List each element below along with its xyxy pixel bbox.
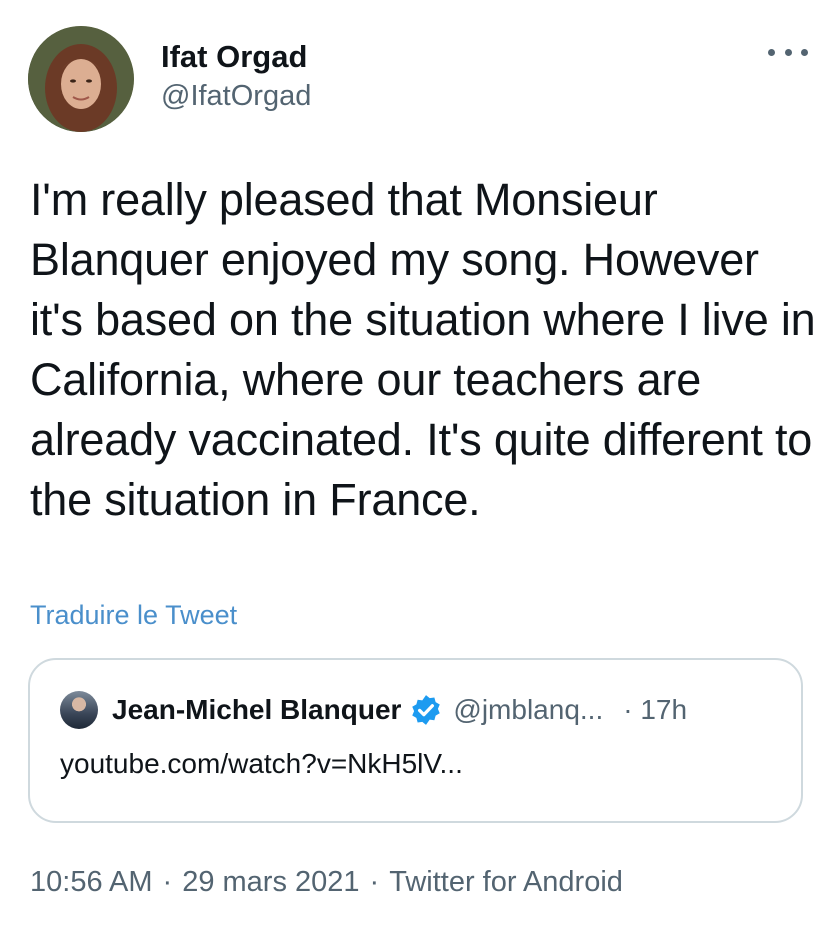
meta-separator: ·	[369, 866, 380, 898]
quoted-author-name: Jean-Michel Blanquer	[112, 694, 402, 725]
quoted-tweet-time: · 17h	[623, 694, 688, 725]
tweet-header: Ifat Orgad @IfatOrgad	[28, 26, 818, 136]
more-dot	[801, 48, 808, 56]
quoted-tweet-link[interactable]: youtube.com/watch?v=NkH5lV...	[60, 744, 463, 784]
tweet-time[interactable]: 10:56 AM	[30, 866, 153, 898]
author-names: Ifat Orgad @IfatOrgad	[161, 38, 311, 116]
quoted-tweet-header: Jean-Michel Blanquer @jmblanq... · 17h	[60, 690, 687, 730]
translate-tweet-link[interactable]: Traduire le Tweet	[30, 598, 237, 632]
quoted-tweet-card[interactable]: Jean-Michel Blanquer @jmblanq... · 17h y…	[28, 658, 803, 823]
quoted-author-avatar	[60, 691, 98, 729]
more-dot	[768, 48, 775, 56]
author-avatar[interactable]	[28, 26, 134, 132]
author-photo-icon	[28, 26, 134, 132]
quoted-author-handle: @jmblanq...	[453, 694, 604, 725]
author-display-name[interactable]: Ifat Orgad	[161, 38, 311, 76]
more-dot	[784, 48, 792, 56]
tweet-meta: 10:56 AM · 29 mars 2021 · Twitter for Androi…	[30, 862, 623, 902]
verified-badge-icon	[412, 695, 441, 725]
tweet-text: I'm really pleased that Monsieur Blanque…	[30, 174, 816, 525]
tweet-source[interactable]: Twitter for Android	[389, 866, 623, 898]
meta-separator: ·	[162, 866, 173, 898]
tweet-date[interactable]: 29 mars 2021	[182, 866, 359, 898]
author-handle[interactable]: @IfatOrgad	[161, 76, 311, 116]
more-options-icon[interactable]	[768, 40, 808, 64]
